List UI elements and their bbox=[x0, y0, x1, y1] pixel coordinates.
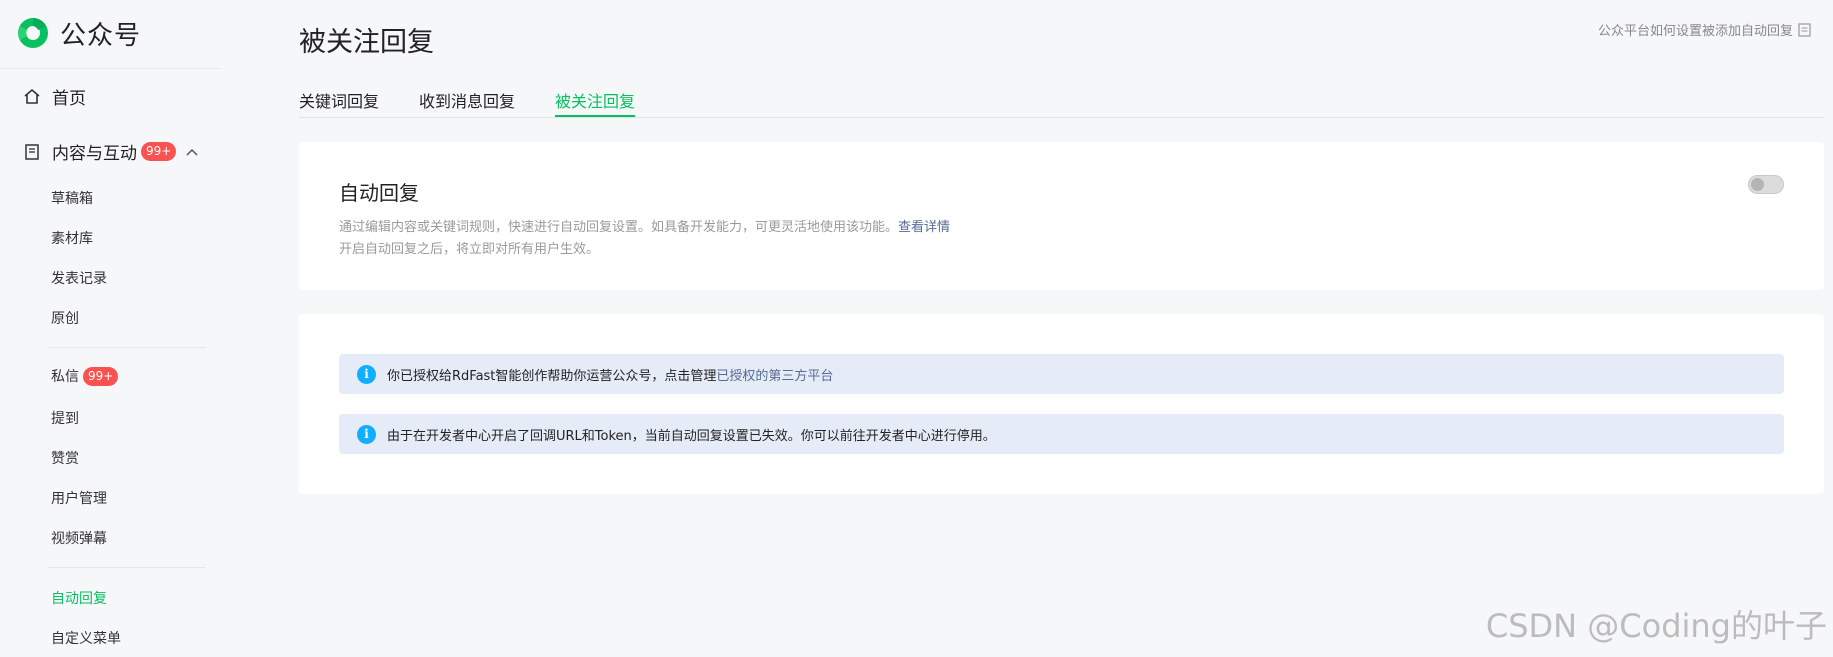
notification-badge: 99+ bbox=[83, 366, 119, 386]
help-link[interactable]: 公众平台如何设置被添加自动回复 bbox=[1598, 20, 1811, 39]
nav-drafts-label: 草稿箱 bbox=[51, 191, 93, 207]
nav-video-danmaku-label: 视频弹幕 bbox=[51, 531, 107, 547]
nav-video-danmaku[interactable]: 视频弹幕 bbox=[51, 528, 107, 548]
nav-user-management-label: 用户管理 bbox=[51, 491, 107, 507]
nav-custom-menu-label: 自定义菜单 bbox=[51, 631, 121, 647]
wechat-logo-icon bbox=[18, 18, 48, 48]
auto-reply-toggle[interactable] bbox=[1748, 175, 1784, 194]
nav-home-label: 首页 bbox=[52, 89, 86, 109]
divider bbox=[0, 68, 220, 69]
nav-publish-records-label: 发表记录 bbox=[51, 271, 107, 287]
nav-drafts[interactable]: 草稿箱 bbox=[51, 188, 93, 208]
nav-rewards-label: 赞赏 bbox=[51, 451, 79, 467]
nav-rewards[interactable]: 赞赏 bbox=[51, 448, 79, 468]
nav-mentions-label: 提到 bbox=[51, 411, 79, 427]
help-link-label: 公众平台如何设置被添加自动回复 bbox=[1597, 24, 1793, 39]
nav-materials[interactable]: 素材库 bbox=[51, 228, 93, 248]
info-icon: i bbox=[357, 424, 376, 444]
nav-original[interactable]: 原创 bbox=[51, 308, 79, 328]
notice-authorization: i 你已授权给RdFast智能创作帮助你运营公众号，点击管理 已授权的第三方平台 bbox=[339, 354, 1784, 394]
divider bbox=[48, 567, 206, 568]
nav-materials-label: 素材库 bbox=[51, 231, 93, 247]
nav-content-interaction[interactable]: 内容与互动 99+ bbox=[22, 139, 199, 164]
nav-original-label: 原创 bbox=[51, 311, 79, 327]
auto-reply-card: 自动回复 通过编辑内容或关键词规则，快速进行自动回复设置。如具备开发能力，可更灵… bbox=[299, 142, 1824, 290]
nav-home[interactable]: 首页 bbox=[22, 84, 86, 109]
tab-message-reply[interactable]: 收到消息回复 bbox=[419, 88, 515, 112]
nav-custom-menu[interactable]: 自定义菜单 bbox=[51, 628, 121, 648]
tab-follow-reply[interactable]: 被关注回复 bbox=[555, 88, 635, 112]
page-title: 被关注回复 bbox=[299, 27, 434, 58]
nav-auto-reply-label: 自动回复 bbox=[51, 591, 107, 607]
auto-reply-description: 通过编辑内容或关键词规则，快速进行自动回复设置。如具备开发能力，可更灵活地使用该… bbox=[339, 216, 950, 235]
document-icon bbox=[22, 142, 42, 162]
watermark: CSDN @Coding的叶子 bbox=[1485, 607, 1827, 645]
toggle-knob bbox=[1751, 178, 1764, 191]
auto-reply-note: 开启自动回复之后，将立即对所有用户生效。 bbox=[339, 242, 600, 257]
view-details-link[interactable]: 查看详情 bbox=[898, 220, 950, 235]
nav-auto-reply[interactable]: 自动回复 bbox=[51, 588, 107, 608]
nav-user-management[interactable]: 用户管理 bbox=[51, 488, 107, 508]
notification-badge: 99+ bbox=[141, 142, 177, 161]
nav-publish-records[interactable]: 发表记录 bbox=[51, 268, 107, 288]
notice-developer-mode: i 由于在开发者中心开启了回调URL和Token，当前自动回复设置已失效。你可以… bbox=[339, 414, 1784, 454]
notice-card: i 你已授权给RdFast智能创作帮助你运营公众号，点击管理 已授权的第三方平台 … bbox=[299, 314, 1824, 494]
home-icon bbox=[22, 87, 42, 107]
auto-reply-description-text: 通过编辑内容或关键词规则，快速进行自动回复设置。如具备开发能力，可更灵活地使用该… bbox=[339, 220, 899, 235]
active-tab-indicator bbox=[555, 115, 635, 117]
brand-logo[interactable]: 公众号 bbox=[16, 14, 141, 52]
chevron-up-icon[interactable] bbox=[185, 145, 199, 159]
auto-reply-title: 自动回复 bbox=[339, 181, 419, 205]
sidebar: 公众号 首页 内容与互动 99+ 草稿箱 素材库 发表记录 原创 私信 99+ … bbox=[0, 0, 240, 657]
nav-messages[interactable]: 私信 99+ bbox=[51, 366, 119, 386]
info-icon: i bbox=[357, 364, 376, 384]
nav-messages-label: 私信 bbox=[51, 369, 79, 385]
brand-name: 公众号 bbox=[60, 20, 142, 51]
authorized-platforms-link[interactable]: 已授权的第三方平台 bbox=[716, 365, 833, 384]
tab-bar-divider bbox=[299, 117, 1824, 118]
divider bbox=[48, 347, 206, 348]
nav-mentions[interactable]: 提到 bbox=[51, 408, 79, 428]
tab-bar: 关键词回复 收到消息回复 被关注回复 bbox=[299, 88, 1824, 118]
nav-content-label: 内容与互动 bbox=[52, 144, 137, 164]
notice-authorization-text: 你已授权给RdFast智能创作帮助你运营公众号，点击管理 bbox=[387, 368, 717, 384]
tab-keyword-reply[interactable]: 关键词回复 bbox=[299, 88, 379, 112]
document-icon bbox=[1798, 22, 1811, 37]
notice-developer-mode-text: 由于在开发者中心开启了回调URL和Token，当前自动回复设置已失效。你可以前往… bbox=[387, 428, 996, 444]
